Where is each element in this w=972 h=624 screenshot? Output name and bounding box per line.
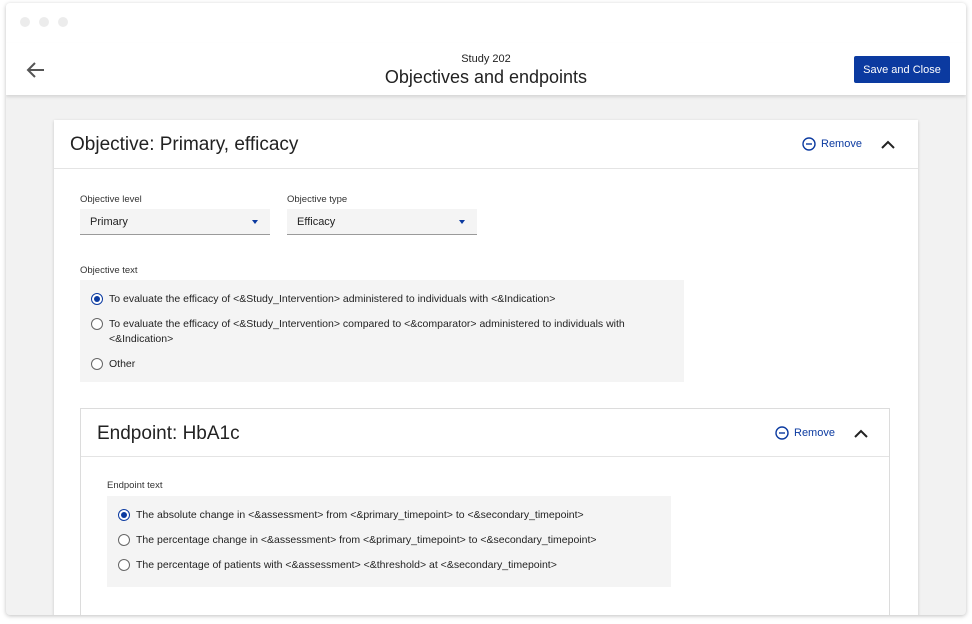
objective-option[interactable]: To evaluate the efficacy of <&Study_Inte… — [91, 318, 671, 347]
objective-text-options: To evaluate the efficacy of <&Study_Inte… — [80, 280, 684, 382]
window-control-dot[interactable] — [58, 17, 68, 27]
page-title: Objectives and endpoints — [384, 67, 588, 87]
remove-objective-button[interactable]: Remove — [802, 137, 862, 151]
radio-selected[interactable] — [91, 293, 103, 305]
remove-label: Remove — [794, 427, 835, 439]
study-name: Study 202 — [461, 53, 511, 65]
radio-unselected[interactable] — [118, 559, 130, 571]
endpoint-title: Endpoint: HbA1c — [97, 423, 240, 444]
endpoint-option[interactable]: The absolute change in <&assessment> fro… — [118, 509, 658, 523]
objective-level-label: Objective level — [80, 194, 142, 205]
dropdown-caret-icon — [252, 220, 258, 224]
objective-option[interactable]: To evaluate the efficacy of <&Study_Inte… — [91, 293, 671, 307]
endpoint-option[interactable]: The percentage of patients with <&assess… — [118, 559, 658, 573]
window-titlebar — [6, 3, 966, 43]
endpoint-card-header: Endpoint: HbA1c Remove — [81, 409, 889, 457]
radio-unselected[interactable] — [91, 358, 103, 370]
endpoint-option[interactable]: The percentage change in <&assessment> f… — [118, 534, 658, 548]
radio-unselected[interactable] — [118, 534, 130, 546]
objective-level-select[interactable]: Primary — [80, 209, 270, 235]
dropdown-caret-icon — [459, 220, 465, 224]
objective-card-header: Objective: Primary, efficacy Remove — [54, 120, 918, 169]
save-and-close-button[interactable]: Save and Close — [854, 56, 950, 83]
app-window: Study 202 Objectives and endpoints Save … — [6, 3, 966, 615]
objective-type-select[interactable]: Efficacy — [287, 209, 477, 235]
objective-type-label: Objective type — [287, 194, 348, 205]
window-control-dot[interactable] — [20, 17, 30, 27]
minus-circle-icon — [802, 137, 816, 151]
chevron-up-icon[interactable] — [853, 426, 869, 442]
minus-circle-icon — [775, 426, 789, 440]
radio-selected[interactable] — [118, 509, 130, 521]
window-control-dot[interactable] — [39, 17, 49, 27]
radio-unselected[interactable] — [91, 318, 103, 330]
objective-level-value: Primary — [90, 216, 128, 228]
objective-card: Objective: Primary, efficacy Remove Obje… — [54, 120, 918, 615]
remove-label: Remove — [821, 138, 862, 150]
remove-endpoint-button[interactable]: Remove — [775, 426, 835, 440]
endpoint-card: Endpoint: HbA1c Remove Endpoint text The… — [80, 408, 890, 615]
page-header: Study 202 Objectives and endpoints Save … — [6, 43, 966, 95]
endpoint-text-options: The absolute change in <&assessment> fro… — [107, 496, 671, 587]
objective-type-value: Efficacy — [297, 216, 336, 228]
endpoint-text-label: Endpoint text — [107, 480, 163, 491]
chevron-up-icon[interactable] — [880, 137, 896, 153]
objective-text-label: Objective text — [80, 265, 138, 276]
objective-option[interactable]: Other — [91, 358, 671, 372]
objective-title: Objective: Primary, efficacy — [70, 134, 299, 155]
